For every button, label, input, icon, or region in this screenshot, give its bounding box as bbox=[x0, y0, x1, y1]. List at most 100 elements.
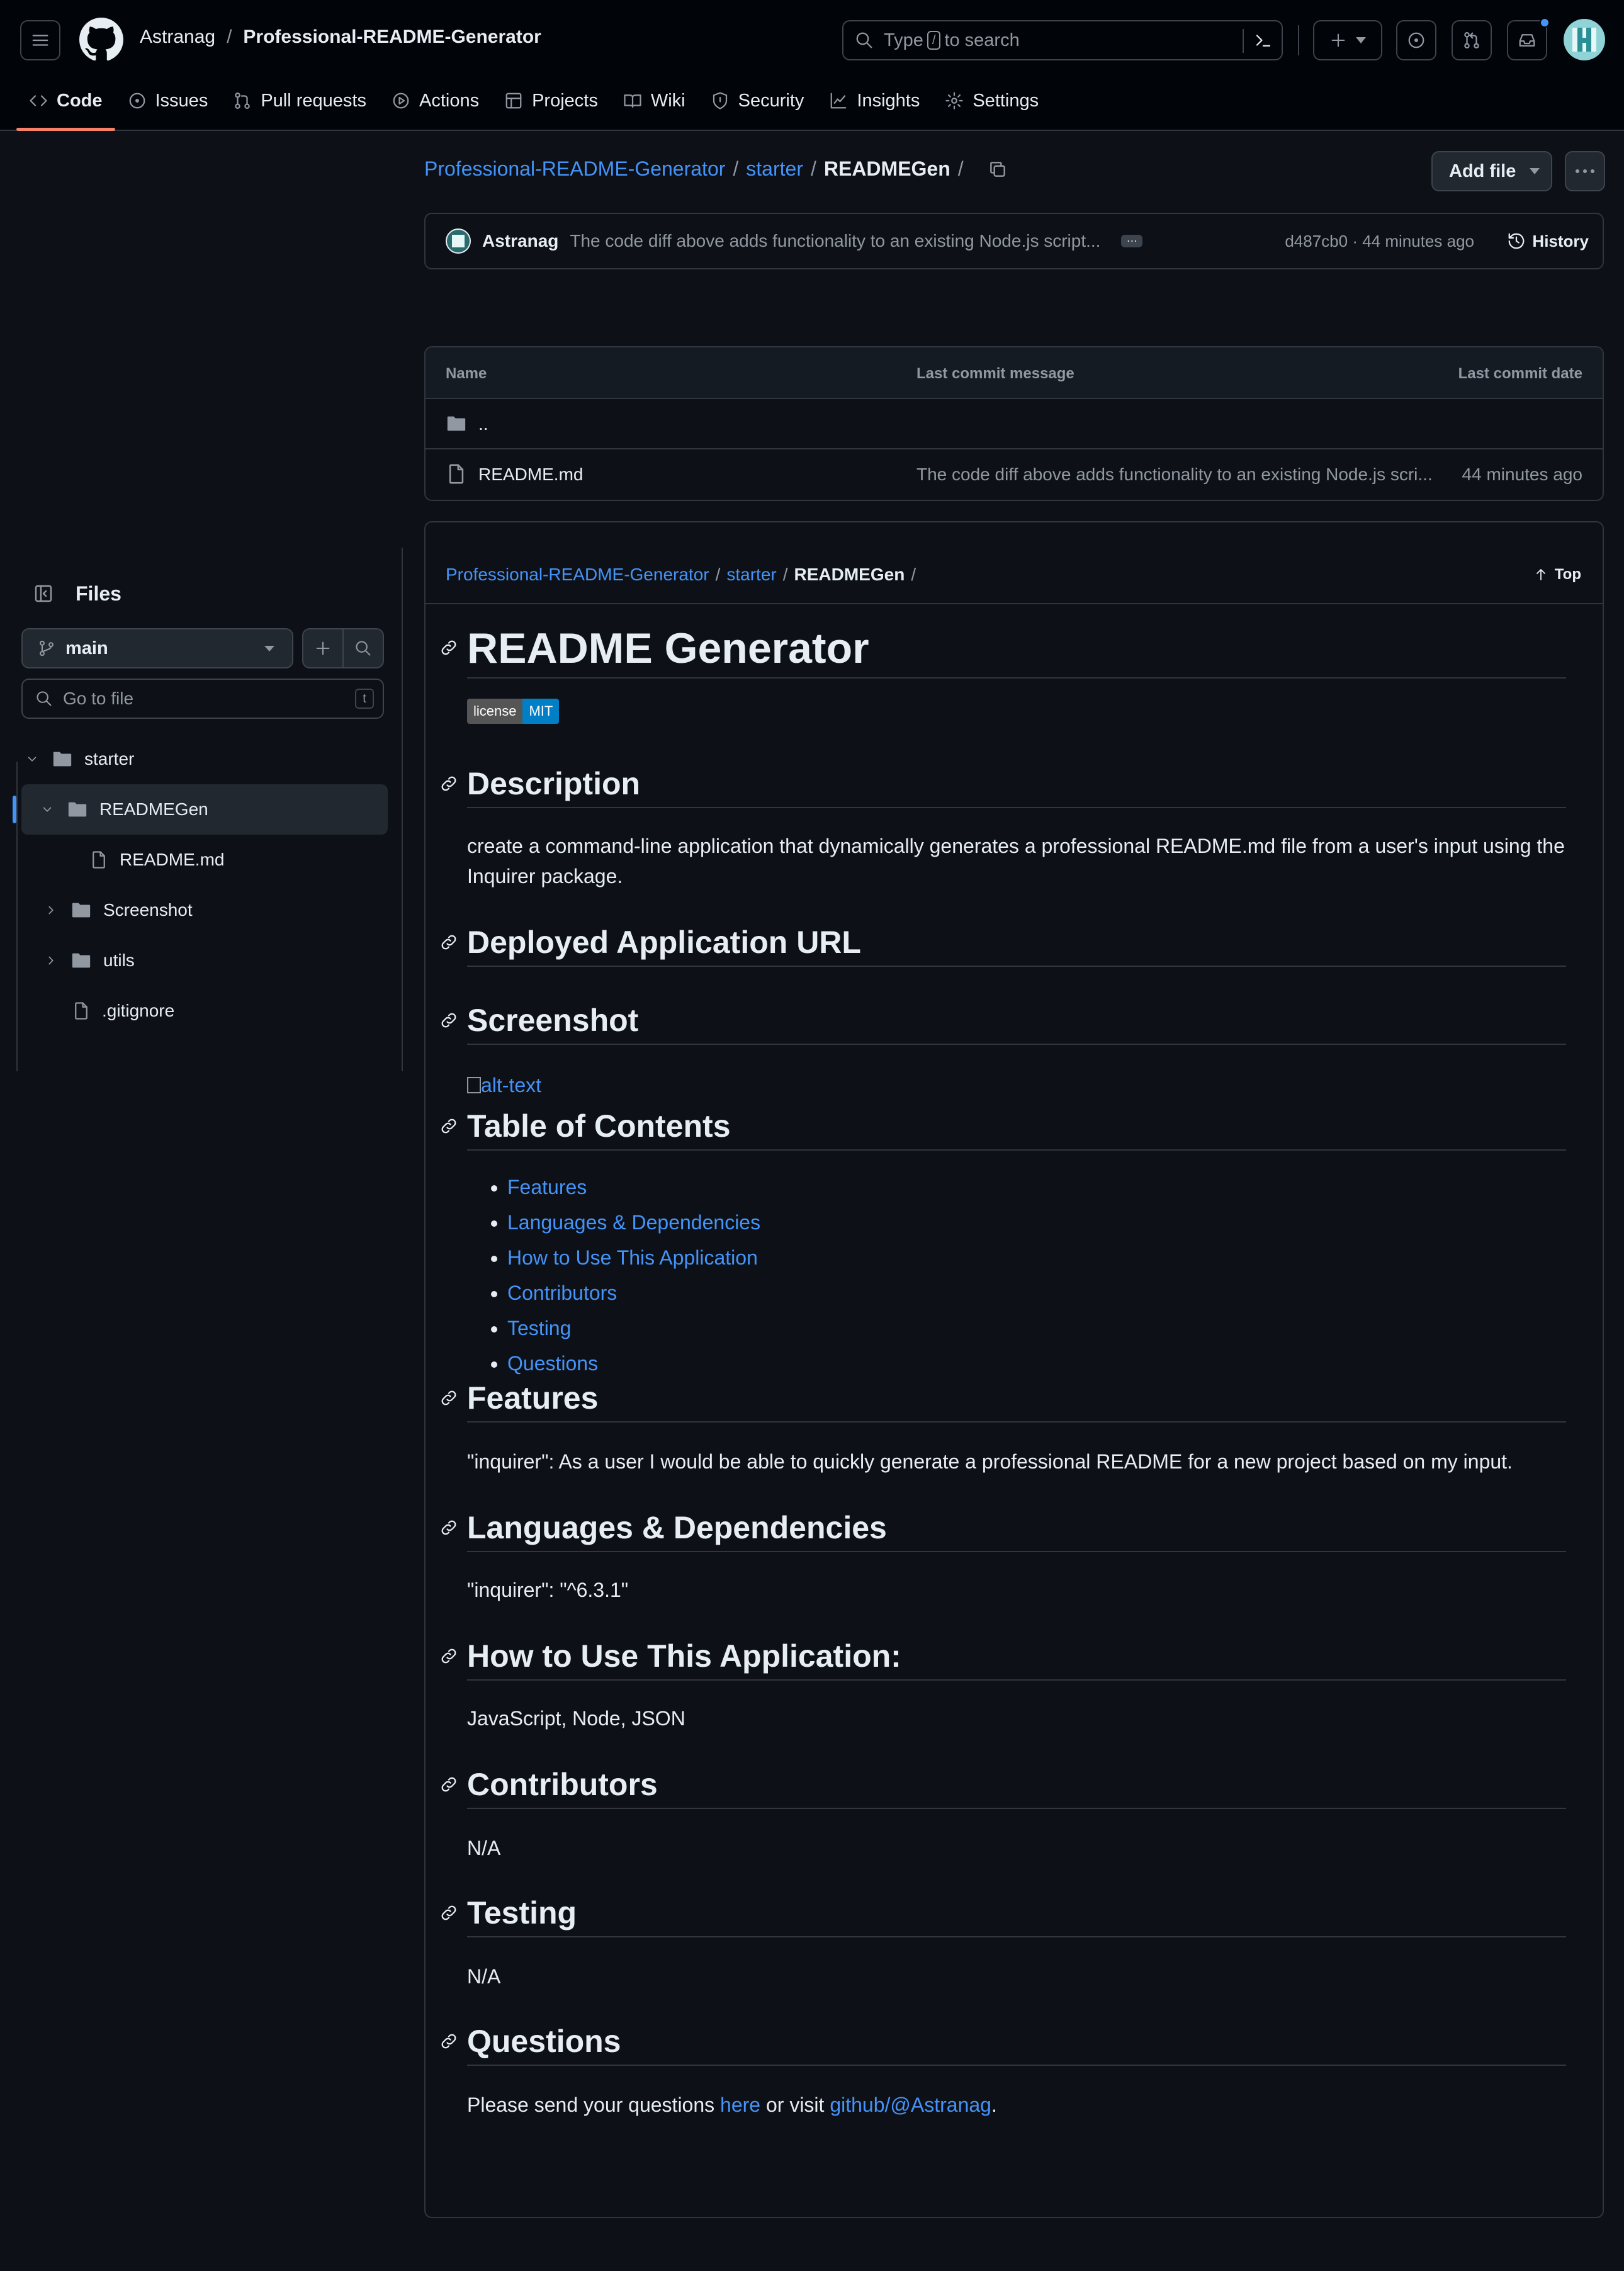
badge-label: license bbox=[467, 699, 523, 724]
tree-item-utils[interactable]: utils bbox=[16, 935, 403, 986]
avatar[interactable] bbox=[1564, 19, 1605, 60]
tab-label: Actions bbox=[419, 90, 480, 111]
issues-button[interactable] bbox=[1396, 20, 1436, 60]
owner-link[interactable]: Astranag bbox=[140, 26, 215, 48]
branch-selector[interactable]: main bbox=[21, 628, 293, 668]
breadcrumb: Professional-README-Generator / starter … bbox=[424, 157, 1008, 181]
chevron-right-icon[interactable] bbox=[43, 903, 59, 917]
link-icon[interactable] bbox=[439, 2032, 458, 2051]
command-palette-divider bbox=[1243, 29, 1244, 53]
chevron-down-icon[interactable] bbox=[24, 752, 40, 766]
link-icon[interactable] bbox=[439, 1389, 458, 1407]
questions-email-link[interactable]: here bbox=[720, 2093, 760, 2116]
toc-link-questions[interactable]: Questions bbox=[507, 1352, 598, 1375]
go-to-file-input[interactable]: Go to file t bbox=[21, 679, 384, 719]
tab-settings[interactable]: Settings bbox=[932, 83, 1051, 118]
toc-link-testing[interactable]: Testing bbox=[507, 1317, 571, 1339]
tab-label: Insights bbox=[857, 90, 920, 111]
tree-item-label: utils bbox=[103, 950, 135, 970]
alt-text-link[interactable]: alt-text bbox=[481, 1074, 541, 1096]
command-palette-icon[interactable] bbox=[1254, 31, 1273, 50]
link-icon[interactable] bbox=[439, 638, 458, 657]
copy-icon[interactable] bbox=[988, 159, 1008, 179]
broken-image-icon bbox=[467, 1077, 481, 1093]
author-avatar[interactable] bbox=[446, 228, 471, 254]
table-row-parent[interactable]: .. bbox=[426, 399, 1603, 449]
link-icon[interactable] bbox=[439, 1117, 458, 1136]
tab-insights[interactable]: Insights bbox=[816, 83, 932, 118]
file-icon bbox=[75, 1002, 87, 1020]
link-icon[interactable] bbox=[439, 933, 458, 952]
notification-dot bbox=[1540, 18, 1550, 28]
tree-item-screenshot[interactable]: Screenshot bbox=[16, 885, 403, 935]
tab-pull-requests[interactable]: Pull requests bbox=[220, 83, 379, 118]
file-icon bbox=[449, 464, 464, 484]
heading-text: Questions bbox=[467, 2024, 621, 2059]
toc-link-features[interactable]: Features bbox=[507, 1176, 587, 1198]
breadcrumb-separator: / bbox=[810, 157, 816, 180]
readme-crumb-repo[interactable]: Professional-README-Generator bbox=[446, 565, 709, 585]
tab-projects[interactable]: Projects bbox=[492, 83, 611, 118]
commit-sha-time[interactable]: d487cb0 · 44 minutes ago bbox=[1285, 232, 1474, 251]
tab-wiki[interactable]: Wiki bbox=[611, 83, 698, 118]
tab-issues[interactable]: Issues bbox=[115, 83, 221, 118]
add-file-button[interactable]: Add file bbox=[1431, 151, 1552, 191]
menu-button[interactable] bbox=[20, 20, 60, 60]
add-file-sidebar-button[interactable] bbox=[303, 629, 342, 667]
tab-label: Pull requests bbox=[261, 90, 366, 111]
commit-author[interactable]: Astranag bbox=[482, 231, 558, 251]
chevron-down-icon[interactable] bbox=[39, 803, 55, 816]
tree-item-gitignore[interactable]: .gitignore bbox=[16, 986, 403, 1036]
readme-panel: Professional-README-Generator / starter … bbox=[424, 546, 1604, 2218]
breadcrumb-repo-link[interactable]: Professional-README-Generator bbox=[424, 157, 725, 181]
description-text: create a command-line application that d… bbox=[467, 835, 1565, 888]
toc-link-contributors[interactable]: Contributors bbox=[507, 1282, 617, 1304]
create-new-button[interactable] bbox=[1313, 20, 1382, 60]
link-icon[interactable] bbox=[439, 1518, 458, 1537]
toc-link-how-to-use[interactable]: How to Use This Application bbox=[507, 1246, 758, 1269]
inbox-button[interactable] bbox=[1507, 18, 1550, 60]
go-to-file-placeholder: Go to file bbox=[63, 689, 134, 708]
table-row[interactable]: README.md The code diff above adds funct… bbox=[426, 449, 1603, 500]
questions-mid: or visit bbox=[765, 2093, 825, 2116]
breadcrumb-folder-link[interactable]: starter bbox=[746, 157, 803, 181]
license-badge[interactable]: license MIT bbox=[467, 699, 560, 724]
heading-questions: Questions bbox=[441, 2020, 1566, 2066]
github-logo[interactable] bbox=[79, 18, 123, 62]
tree-item-starter[interactable]: starter bbox=[16, 734, 403, 784]
history-button[interactable]: History bbox=[1507, 232, 1589, 251]
readme-crumb-folder[interactable]: starter bbox=[726, 565, 776, 585]
link-icon[interactable] bbox=[439, 774, 458, 793]
commit-message[interactable]: The code diff above adds functionality t… bbox=[570, 231, 1105, 251]
top-label: Top bbox=[1554, 566, 1581, 583]
sidebar-collapse-icon bbox=[35, 585, 52, 602]
sidebar-action-group bbox=[302, 628, 384, 668]
tab-actions[interactable]: Actions bbox=[379, 83, 492, 118]
questions-github-link[interactable]: github/@Astranag bbox=[830, 2093, 991, 2116]
toc-link-languages[interactable]: Languages & Dependencies bbox=[507, 1211, 760, 1234]
chevron-right-icon[interactable] bbox=[43, 954, 59, 967]
tree-item-readmegen[interactable]: READMEGen bbox=[13, 784, 388, 835]
link-icon[interactable] bbox=[439, 1647, 458, 1665]
collapse-sidebar-button[interactable] bbox=[25, 575, 62, 612]
more-options-button[interactable] bbox=[1565, 151, 1605, 191]
link-icon[interactable] bbox=[439, 1775, 458, 1794]
link-icon[interactable] bbox=[439, 1903, 458, 1922]
file-name-link[interactable]: README.md bbox=[478, 465, 583, 485]
top-button[interactable]: Top bbox=[1533, 566, 1581, 583]
tab-label: Settings bbox=[973, 90, 1039, 111]
how-to-use-text: JavaScript, Node, JSON bbox=[467, 1707, 685, 1730]
link-icon[interactable] bbox=[439, 1011, 458, 1030]
plus-icon bbox=[316, 641, 330, 655]
search-input[interactable]: Type / to search bbox=[842, 20, 1283, 60]
tab-security[interactable]: Security bbox=[698, 83, 817, 118]
parent-link[interactable]: .. bbox=[478, 414, 488, 434]
tab-code[interactable]: Code bbox=[16, 83, 115, 131]
file-commit-message[interactable]: The code diff above adds functionality t… bbox=[916, 465, 1431, 485]
expand-commit-button[interactable]: … bbox=[1121, 232, 1143, 247]
repo-link[interactable]: Professional-README-Generator bbox=[243, 26, 541, 48]
pull-requests-button[interactable] bbox=[1452, 20, 1492, 60]
search-files-button[interactable] bbox=[342, 629, 383, 667]
screenshot-image-link[interactable]: alt-text bbox=[467, 1070, 1566, 1100]
tree-item-readme-md[interactable]: README.md bbox=[16, 835, 403, 885]
